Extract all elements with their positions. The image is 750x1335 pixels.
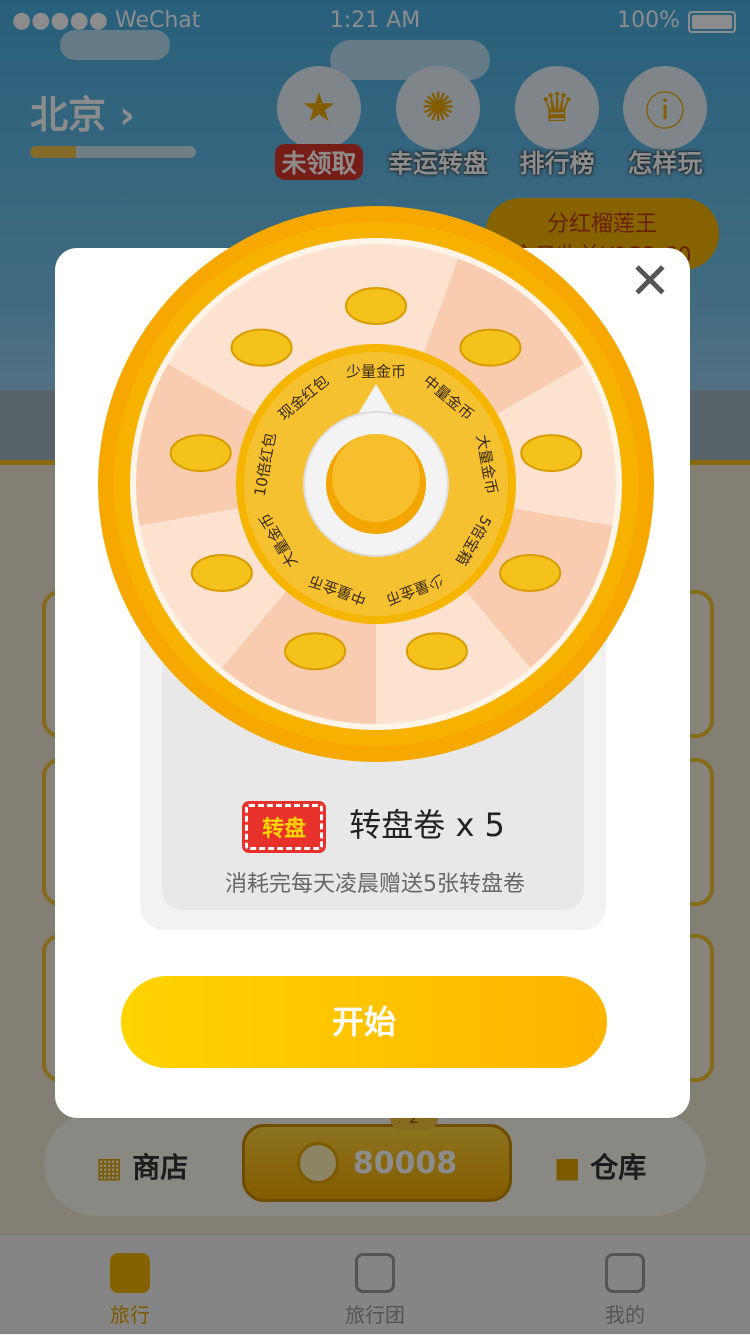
prize-coins-icon [459, 328, 522, 367]
ticket-note: 消耗完每天凌晨赠送5张转盘卷 [225, 872, 525, 897]
wheel-segment-label: 少量金币 [346, 363, 406, 381]
prize-coins-icon [230, 328, 293, 367]
prize-coins-icon [405, 632, 468, 671]
prize-coins-icon [169, 434, 232, 473]
prize-coins-icon [190, 554, 253, 592]
ticket-count-row: 转盘 转盘卷 x 5 [0, 800, 750, 853]
start-button[interactable]: 开始 [121, 976, 607, 1068]
prize-coins-icon [499, 554, 562, 592]
prize-wheel: 少量金币 中量金币 大量金币 5倍宝箱 少量金币 中量金币 大量金币 10倍红包 现金红包 [96, 204, 656, 764]
ticket-count-label: 转盘卷 x 5 [349, 806, 505, 844]
spin-knob-highlight [332, 434, 420, 522]
prize-coins-icon [520, 434, 583, 473]
prize-coins-icon [284, 632, 347, 671]
prize-coins-icon [345, 287, 407, 325]
ticket-icon: 转盘 [242, 801, 327, 853]
prize-wheel-graphic: 少量金币中量金币大量金币5倍宝箱少量金币中量金币大量金币10倍红包现金红包 [98, 206, 654, 762]
